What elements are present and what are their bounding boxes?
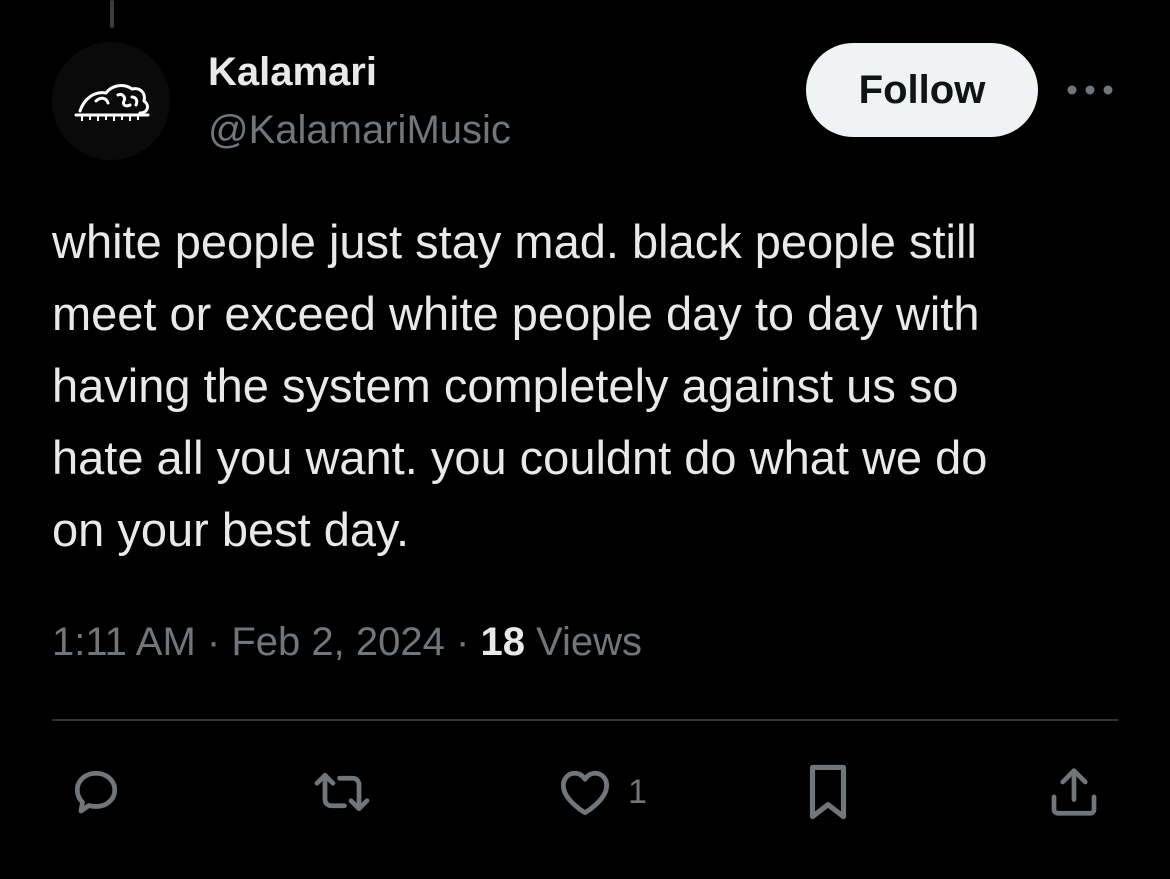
retweet-icon bbox=[314, 772, 370, 812]
meta-separator: · bbox=[206, 620, 221, 664]
like-count: 1 bbox=[628, 772, 647, 811]
elephant-logo-icon bbox=[74, 84, 150, 121]
reply-button[interactable] bbox=[66, 760, 126, 824]
retweet-button[interactable] bbox=[308, 760, 376, 824]
tweet-date[interactable]: Feb 2, 2024 bbox=[231, 620, 445, 664]
follow-button[interactable]: Follow bbox=[806, 43, 1038, 137]
avatar[interactable] bbox=[52, 42, 170, 160]
heart-icon bbox=[560, 770, 610, 816]
tweet-time[interactable]: 1:11 AM bbox=[52, 620, 196, 664]
author-handle[interactable]: @KalamariMusic bbox=[208, 106, 511, 154]
meta-separator: · bbox=[456, 620, 470, 664]
share-button[interactable] bbox=[1044, 760, 1104, 824]
bookmark-button[interactable] bbox=[800, 760, 856, 824]
share-icon bbox=[1051, 768, 1097, 816]
views-count: 18 bbox=[480, 620, 525, 664]
bookmark-icon bbox=[809, 764, 847, 820]
divider bbox=[52, 719, 1118, 721]
author-display-name[interactable]: Kalamari bbox=[208, 48, 377, 96]
more-options-button[interactable] bbox=[1062, 72, 1118, 108]
views-label: Views bbox=[536, 620, 643, 664]
like-button[interactable]: 1 bbox=[554, 760, 647, 824]
reply-bubble-icon bbox=[74, 770, 118, 814]
thread-connector-line bbox=[110, 0, 114, 28]
ellipsis-icon bbox=[1067, 85, 1113, 95]
tweet-metadata: 1:11 AM · Feb 2, 2024 · 18 Views bbox=[52, 612, 642, 672]
tweet-text: white people just stay mad. black people… bbox=[52, 215, 988, 556]
